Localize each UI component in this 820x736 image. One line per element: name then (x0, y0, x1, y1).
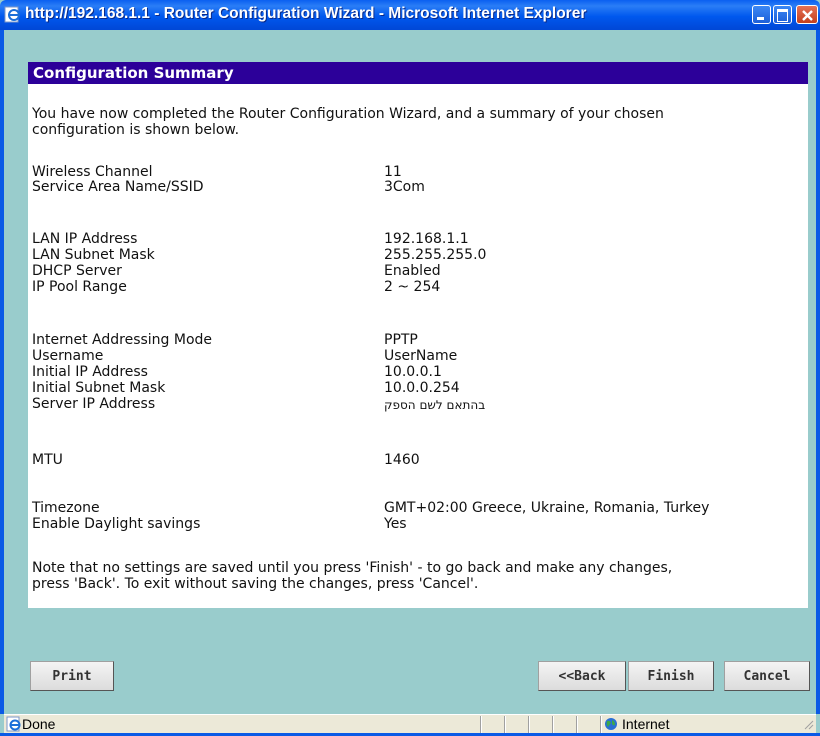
window-title: http://192.168.1.1 - Router Configuratio… (25, 5, 587, 22)
timezone-label: Timezone (32, 500, 100, 516)
mode-label: Internet Addressing Mode (32, 332, 213, 348)
init-mask-value: 10.0.0.254 (384, 380, 460, 396)
init-mask-label: Initial Subnet Mask (32, 380, 166, 396)
dhcp-label: DHCP Server (32, 263, 122, 279)
dst-value: Yes (384, 516, 407, 532)
username-value: UserName (384, 348, 458, 364)
minimize-button[interactable] (752, 5, 771, 24)
username-label: Username (32, 348, 104, 364)
window-frame-left (0, 30, 4, 714)
ssid-label: Service Area Name/SSID (32, 179, 204, 195)
resize-grip-icon[interactable] (804, 720, 814, 730)
section-title: Configuration Summary (28, 62, 808, 84)
mode-value: PPTP (384, 332, 418, 348)
status-bar: Done Internet (4, 714, 816, 733)
pool-label: IP Pool Range (32, 279, 127, 295)
wireless-channel-value: 11 (384, 164, 402, 180)
server-ip-label: Server IP Address (32, 396, 156, 412)
globe-icon (605, 718, 617, 730)
note-line-1: Note that no settings are saved until yo… (32, 560, 673, 576)
title-bar: http://192.168.1.1 - Router Configuratio… (0, 0, 820, 30)
dst-label: Enable Daylight savings (32, 516, 201, 532)
dhcp-value: Enabled (384, 263, 441, 279)
security-zone: Internet (622, 716, 670, 732)
print-button[interactable]: Print (30, 661, 114, 691)
status-divider (576, 716, 578, 733)
ie-page-icon (4, 6, 20, 23)
status-text: Done (22, 716, 56, 732)
status-divider (528, 716, 530, 733)
mtu-value: 1460 (384, 452, 420, 468)
ie-page-icon (6, 716, 21, 732)
init-ip-value: 10.0.0.1 (384, 364, 442, 380)
lan-mask-value: 255.255.255.0 (384, 247, 487, 263)
intro-line-2: configuration is shown below. (32, 122, 240, 138)
lan-ip-label: LAN IP Address (32, 231, 138, 247)
ssid-value: 3Com (384, 179, 425, 195)
close-icon (802, 10, 813, 21)
server-ip-value: בהתאם לשם הספק (384, 398, 486, 412)
maximize-button[interactable] (773, 5, 792, 24)
wireless-channel-label: Wireless Channel (32, 164, 153, 180)
close-button[interactable] (796, 5, 818, 24)
status-divider (480, 716, 482, 733)
lan-mask-label: LAN Subnet Mask (32, 247, 155, 263)
pool-value: 2 ~ 254 (384, 279, 441, 295)
mtu-label: MTU (32, 452, 63, 468)
intro-line-1: You have now completed the Router Config… (32, 106, 664, 122)
status-divider (552, 716, 554, 733)
status-divider (504, 716, 506, 733)
init-ip-label: Initial IP Address (32, 364, 148, 380)
back-button[interactable]: <<Back (538, 661, 626, 691)
lan-ip-value: 192.168.1.1 (384, 231, 469, 247)
finish-button[interactable]: Finish (628, 661, 714, 691)
status-divider (600, 716, 602, 733)
timezone-value: GMT+02:00 Greece, Ukraine, Romania, Turk… (384, 500, 710, 516)
cancel-button[interactable]: Cancel (724, 661, 810, 691)
window-frame-right (816, 30, 820, 714)
note-line-2: press 'Back'. To exit without saving the… (32, 576, 479, 592)
